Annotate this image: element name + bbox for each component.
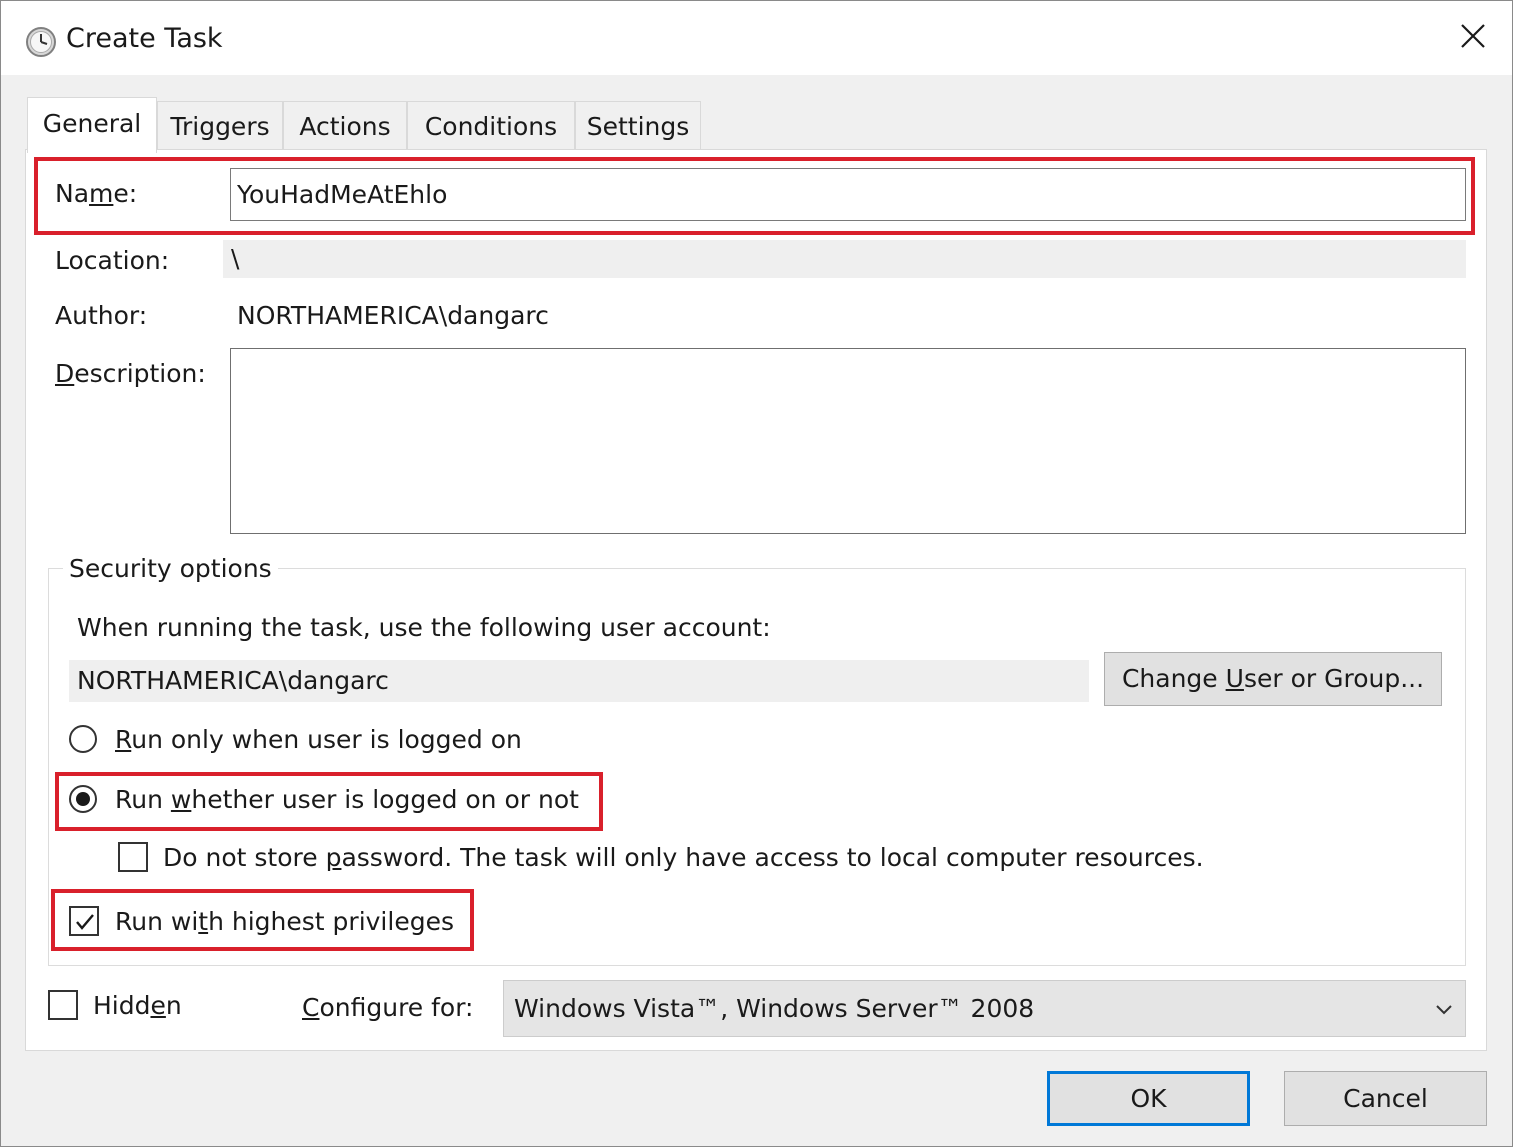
run-highest-privileges-checkbox[interactable]: [69, 906, 99, 936]
window-title: Create Task: [66, 23, 223, 54]
configure-for-dropdown[interactable]: Windows Vista™, Windows Server™ 2008: [503, 980, 1466, 1037]
close-button[interactable]: [1432, 1, 1512, 73]
hidden-label: Hidden: [93, 991, 182, 1020]
check-icon: [76, 914, 94, 930]
do-not-store-password-checkbox[interactable]: [118, 842, 148, 872]
configure-for-label: Configure for:: [302, 993, 474, 1022]
clock-icon: [25, 26, 57, 58]
do-not-store-password-label: Do not store password. The task will onl…: [163, 843, 1204, 872]
close-icon: [1461, 24, 1485, 48]
configure-for-value: Windows Vista™, Windows Server™ 2008: [514, 994, 1035, 1023]
location-value: \: [223, 240, 1466, 278]
name-label: Name:: [55, 179, 138, 208]
user-account-value: NORTHAMERICA\dangarc: [69, 660, 1089, 702]
tab-actions[interactable]: Actions: [283, 101, 407, 151]
radio-selected-dot: [76, 792, 90, 806]
location-label: Location:: [55, 246, 170, 275]
description-label: Description:: [55, 359, 206, 388]
author-label: Author:: [55, 301, 148, 330]
run-whether-logged-on-radio[interactable]: [69, 785, 97, 813]
run-only-logged-on-label: Run only when user is logged on: [115, 725, 522, 754]
run-whether-logged-on-label: Run whether user is logged on or not: [115, 785, 579, 814]
tab-triggers[interactable]: Triggers: [157, 101, 283, 151]
user-account-prompt: When running the task, use the following…: [77, 613, 771, 642]
run-only-logged-on-radio[interactable]: [69, 725, 97, 753]
ok-button[interactable]: OK: [1047, 1071, 1250, 1126]
description-textarea[interactable]: [230, 348, 1466, 534]
change-user-or-group-button[interactable]: Change User or Group...: [1104, 652, 1442, 706]
tab-general[interactable]: General: [27, 97, 157, 153]
chevron-down-icon: [1435, 1001, 1453, 1020]
cancel-button[interactable]: Cancel: [1284, 1071, 1487, 1126]
hidden-checkbox[interactable]: [48, 990, 78, 1020]
run-highest-privileges-label: Run with highest privileges: [115, 907, 454, 936]
title-bar: Create Task: [1, 1, 1512, 75]
security-options-legend: Security options: [63, 552, 278, 586]
tab-conditions[interactable]: Conditions: [407, 101, 575, 151]
create-task-dialog: Create Task General Triggers Actions Con…: [0, 0, 1513, 1147]
author-value: NORTHAMERICA\dangarc: [237, 301, 549, 330]
name-input[interactable]: [230, 168, 1466, 221]
tab-settings[interactable]: Settings: [575, 101, 701, 151]
